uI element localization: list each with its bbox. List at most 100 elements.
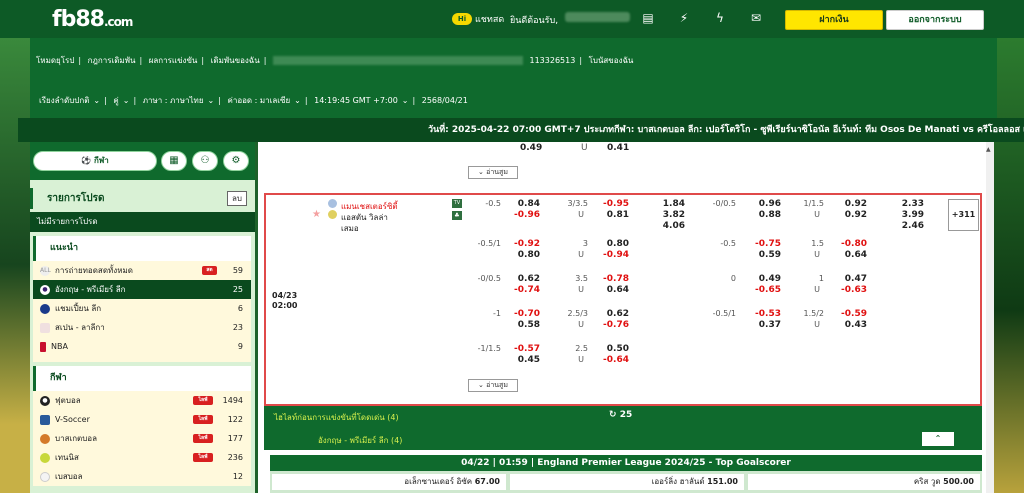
sort-select[interactable]: เรียงลำดับปกติ: [39, 96, 89, 105]
odds-value[interactable]: 0.80: [510, 250, 540, 260]
nav-bet-rules[interactable]: กฎการเดิมพัน: [88, 56, 136, 65]
chevron-down-icon[interactable]: ⌄: [123, 96, 130, 105]
scorer-option[interactable]: เออร์ลิ่ง ฮาลันด์ 151.00: [510, 474, 744, 490]
nav-europe-mode[interactable]: โหมดยุโรป: [36, 56, 74, 65]
scorer-option[interactable]: คริส วูด 500.00: [748, 474, 980, 490]
recommend-box: แนะนำ ALL การถ่ายทอดสดทั้งหมด สด 59 ● อังกฤษ…: [33, 236, 251, 362]
chevron-down-icon[interactable]: ⌄: [402, 96, 409, 105]
odds-value[interactable]: -0.80: [837, 239, 867, 249]
odds-value[interactable]: 0.96: [751, 199, 781, 209]
refresh-button[interactable]: ↻ 25: [609, 410, 632, 420]
odds-value[interactable]: 4.06: [655, 221, 685, 231]
brand-logo[interactable]: fb88.com: [52, 7, 133, 32]
pair-select[interactable]: คู่: [113, 96, 118, 105]
nav-results[interactable]: ผลการแข่งขัน: [149, 56, 198, 65]
odds-value[interactable]: 0.92: [837, 210, 867, 220]
chevron-down-icon[interactable]: ⌄: [93, 96, 100, 105]
odds-value[interactable]: -0.74: [510, 285, 540, 295]
odds-value[interactable]: -0.96: [510, 210, 540, 220]
live-chat-button[interactable]: Hi แชทสด: [452, 12, 504, 26]
odds-value[interactable]: 0.64: [837, 250, 867, 260]
deposit-button[interactable]: ฝากเงิน: [785, 10, 883, 30]
delete-favorites-button[interactable]: ลบ: [227, 191, 247, 206]
odds-value[interactable]: 2.46: [894, 221, 924, 231]
odds-value[interactable]: 0.58: [510, 320, 540, 330]
chevron-down-icon[interactable]: ⌄: [208, 96, 215, 105]
collapse-button[interactable]: ⌃: [922, 432, 954, 446]
more-bets-button[interactable]: ⌄ อ่านสูม: [468, 379, 518, 392]
user-icon[interactable]: ⚇: [192, 151, 218, 171]
odds-value[interactable]: -0.70: [510, 309, 540, 319]
more-bets-button[interactable]: ⌄ อ่านสูม: [468, 166, 518, 179]
odds-select[interactable]: ค่าออด : มาเลเซีย: [227, 96, 290, 105]
scroll-up-icon[interactable]: ▲: [986, 146, 991, 153]
language-select[interactable]: ภาษา : ภาษาไทย: [143, 96, 204, 105]
more-markets-button[interactable]: +311: [948, 199, 979, 231]
sport-item-football[interactable]: ● ฟุตบอล ไลฟ์ 1494: [33, 391, 251, 410]
sport-item-basketball[interactable]: บาสเกตบอล ไลฟ์ 177: [33, 429, 251, 448]
odds-value[interactable]: 2.33: [894, 199, 924, 209]
stats-icon[interactable]: ♣: [452, 211, 462, 220]
chevron-down-icon[interactable]: ⌄: [294, 96, 301, 105]
nav-my-bets[interactable]: เดิมพันของฉัน: [211, 56, 260, 65]
odds-value[interactable]: 0.92: [837, 199, 867, 209]
flash-icon[interactable]: ϟ: [712, 11, 728, 25]
odds-value[interactable]: 0.43: [837, 320, 867, 330]
promo-icon[interactable]: ✉: [748, 11, 764, 25]
sport-item-baseball[interactable]: เบสบอล 12: [33, 467, 251, 486]
odds-value[interactable]: -0.64: [599, 355, 629, 365]
odds-value[interactable]: 0.37: [751, 320, 781, 330]
odds-value[interactable]: 0.49: [751, 274, 781, 284]
highlights-bar[interactable]: ไฮไลท์ก่อนการแข่งขันที่โดดเด่น (4) ↻ 25: [264, 406, 982, 428]
odds-value[interactable]: 0.80: [599, 239, 629, 249]
odds-value[interactable]: -0.95: [599, 199, 629, 209]
odds-value[interactable]: 0.45: [510, 355, 540, 365]
odds-value[interactable]: 0.59: [751, 250, 781, 260]
odds-value[interactable]: 1.84: [655, 199, 685, 209]
odds-value[interactable]: -0.94: [599, 250, 629, 260]
odds-value[interactable]: 0.64: [599, 285, 629, 295]
odds-value[interactable]: -0.59: [837, 309, 867, 319]
odds-value[interactable]: 0.62: [599, 309, 629, 319]
statement-icon[interactable]: ▤: [640, 11, 656, 25]
odds-value[interactable]: 0.62: [510, 274, 540, 284]
odds-value[interactable]: -0.63: [837, 285, 867, 295]
odds-value[interactable]: -0.65: [751, 285, 781, 295]
sport-item-tennis[interactable]: เทนนิส ไลฟ์ 236: [33, 448, 251, 467]
bet-icon[interactable]: ⚡: [676, 11, 692, 25]
odds-value[interactable]: -0.76: [599, 320, 629, 330]
recommend-item-live[interactable]: ALL การถ่ายทอดสดทั้งหมด สด 59: [33, 261, 251, 280]
league-title: อังกฤษ - พรีเมียร์ ลีก (4): [318, 436, 403, 445]
odds-value[interactable]: 0.88: [751, 210, 781, 220]
total-line: 2.5: [575, 344, 588, 353]
odds-value[interactable]: -0.57: [510, 344, 540, 354]
odds-value[interactable]: 3.99: [894, 210, 924, 220]
odds-value[interactable]: -0.75: [751, 239, 781, 249]
odds-value[interactable]: 0.81: [599, 210, 629, 220]
calendar-icon[interactable]: ▦: [161, 151, 187, 171]
under-label: U: [578, 320, 584, 329]
gear-icon[interactable]: ⚙: [223, 151, 249, 171]
sport-item-vsoccer[interactable]: V-Soccer ไลฟ์ 122: [33, 410, 251, 429]
odds-value[interactable]: -0.53: [751, 309, 781, 319]
sport-button[interactable]: ⚽ กีฬา: [33, 151, 157, 171]
odds-value[interactable]: 0.50: [599, 344, 629, 354]
nav-my-bonus[interactable]: โบนัสของฉัน: [589, 56, 634, 65]
recommend-item-epl[interactable]: ● อังกฤษ - พรีเมียร์ ลีก 25: [33, 280, 251, 299]
league-bar[interactable]: อังกฤษ - พรีเมียร์ ลีก (4) ⌃: [264, 428, 982, 450]
previous-match-odds: 0.49 U 0.41: [520, 143, 630, 153]
recommend-item-laliga[interactable]: สเปน - ลาลีกา 23: [33, 318, 251, 337]
scrollbar[interactable]: [986, 142, 994, 493]
odds-value[interactable]: 0.47: [837, 274, 867, 284]
recommend-item-ucl[interactable]: แชมเปี้ยน ลีก 6: [33, 299, 251, 318]
odds-value[interactable]: -0.92: [510, 239, 540, 249]
odds-value[interactable]: 3.82: [655, 210, 685, 220]
live-stream-icon[interactable]: TV: [452, 199, 462, 208]
scorer-option[interactable]: อเล็กซานเดอร์ อิซัค 67.00: [272, 474, 506, 490]
clock-display[interactable]: 14:19:45 GMT +7:00: [314, 96, 398, 105]
logout-button[interactable]: ออกจากระบบ: [886, 10, 984, 30]
odds-value[interactable]: 0.84: [510, 199, 540, 209]
odds-value[interactable]: -0.78: [599, 274, 629, 284]
favorite-star-icon[interactable]: ★: [312, 209, 321, 220]
recommend-item-nba[interactable]: NBA 9: [33, 337, 251, 356]
